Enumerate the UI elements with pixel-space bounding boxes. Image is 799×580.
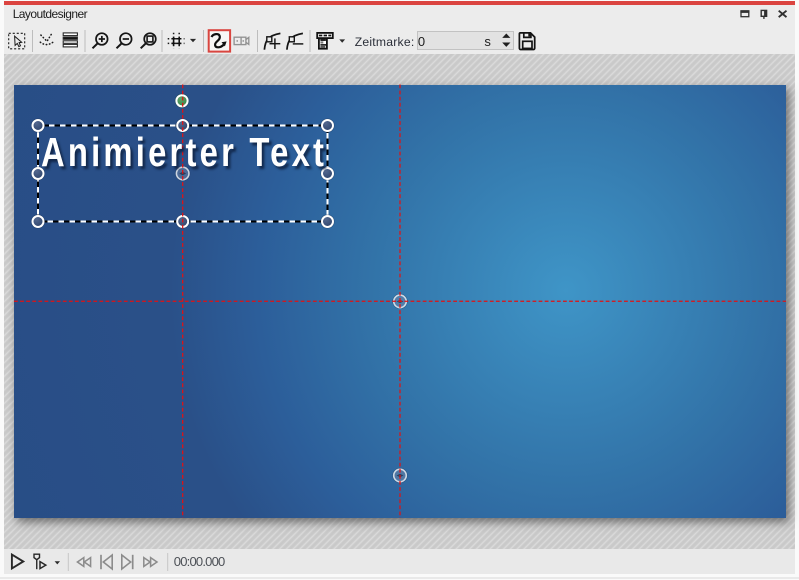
svg-text:00:00.000: 00:00.000 <box>174 554 225 569</box>
